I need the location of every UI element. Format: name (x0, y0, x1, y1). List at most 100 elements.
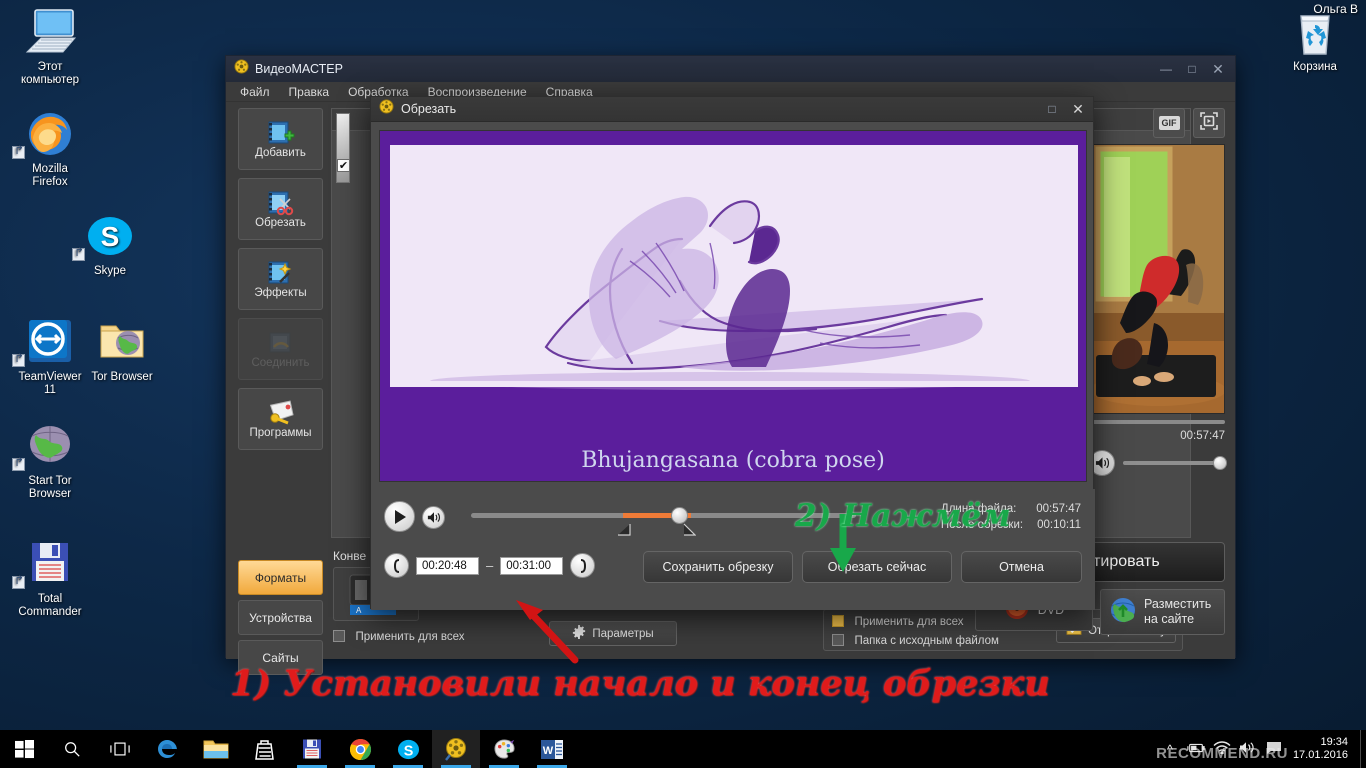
menu-item-file[interactable]: Файл (240, 85, 270, 99)
app-title-bar[interactable]: ВидеоМАСТЕР — □ ✕ (226, 56, 1235, 82)
trim-end-marker[interactable] (683, 523, 697, 541)
trim-window-buttons: □ ✕ (1039, 98, 1091, 120)
tool-column: Добавить Обрезать Эффекты Соединить Прог… (238, 108, 323, 458)
select-all-checkbox[interactable]: ✔ (337, 159, 350, 172)
fullscreen-icon (1199, 111, 1219, 136)
side-tab-label: Устройства (249, 610, 312, 625)
cancel-button[interactable]: Отмена (961, 551, 1082, 583)
start-button[interactable] (0, 730, 48, 768)
maximize-button[interactable]: □ (1179, 58, 1205, 80)
trim-dialog-title-bar[interactable]: Обрезать □ ✕ (371, 97, 1093, 122)
source-folder-checkbox[interactable] (832, 634, 844, 646)
start-time-input[interactable] (416, 556, 479, 575)
trim-playhead-knob[interactable] (671, 507, 688, 524)
videomaster-icon (234, 59, 249, 79)
mute-button[interactable] (422, 506, 445, 529)
play-button[interactable] (384, 501, 415, 532)
apply-to-all-left-checkbox[interactable] (333, 630, 345, 642)
tool-button-trim[interactable]: Обрезать (238, 178, 323, 240)
file-list-scrollbar[interactable] (336, 113, 350, 183)
trim-maximize-button[interactable]: □ (1039, 98, 1065, 120)
tool-button-add[interactable]: Добавить (238, 108, 323, 170)
minimize-button[interactable]: — (1153, 58, 1179, 80)
set-start-button[interactable] (384, 553, 409, 578)
taskbar-file-explorer[interactable] (192, 730, 240, 768)
desktop-icon-firefox[interactable]: Mozilla Firefox (0, 110, 100, 189)
save-trim-button[interactable]: Сохранить обрезку (643, 551, 793, 583)
shortcut-overlay-icon (12, 354, 25, 367)
trim-now-button[interactable]: Обрезать сейчас (802, 551, 952, 583)
volume-slider-knob[interactable] (1213, 456, 1227, 470)
firefox-icon (0, 110, 100, 160)
taskbar-word[interactable]: W (528, 730, 576, 768)
svg-text:W: W (543, 745, 554, 757)
taskbar-clock[interactable]: 19:34 17.01.2016 (1287, 736, 1360, 762)
side-tab-devices[interactable]: Устройства (238, 600, 323, 635)
film-wand-icon (267, 259, 295, 287)
file-length-value: 00:57:47 (1036, 503, 1081, 515)
task-view-button[interactable] (96, 730, 144, 768)
tool-button-effects[interactable]: Эффекты (238, 248, 323, 310)
parameters-button[interactable]: Параметры (549, 621, 677, 646)
desktop-icon-tor-browser[interactable]: Tor Browser (72, 318, 172, 384)
close-button[interactable]: ✕ (1205, 58, 1231, 80)
publish-to-site-button[interactable]: Разместить на сайте (1100, 589, 1225, 635)
parameters-label: Параметры (592, 627, 654, 640)
trim-close-button[interactable]: ✕ (1065, 98, 1091, 120)
apply-to-all-left-label: Применить для всех (355, 631, 465, 643)
taskbar-videomaster[interactable] (432, 730, 480, 768)
taskbar-microsoft-store[interactable] (240, 730, 288, 768)
save-trim-label: Сохранить обрезку (662, 560, 774, 574)
menu-item-edit[interactable]: Правка (289, 85, 330, 99)
desktop-icon-this-pc[interactable]: Этот компьютер (0, 8, 100, 87)
taskbar-skype[interactable]: S (384, 730, 432, 768)
tool-label: Обрезать (255, 217, 306, 229)
site-watermark: RECOMMEND.RU (1156, 745, 1288, 762)
show-desktop-button[interactable] (1360, 730, 1366, 768)
desktop-icon-label: Total Commander (18, 593, 82, 618)
tool-button-join[interactable]: Соединить (238, 318, 323, 380)
preview-seek-bar[interactable] (1089, 420, 1225, 424)
apply-to-all-left[interactable]: Применить для всех (333, 627, 465, 645)
gif-button[interactable]: GIF (1153, 108, 1185, 138)
volume-slider[interactable] (1123, 456, 1227, 470)
apply-to-all-right[interactable]: Применить для всех (832, 612, 964, 630)
fullscreen-button[interactable] (1193, 108, 1225, 138)
preview-volume-row (1089, 450, 1227, 476)
taskbar-paint[interactable] (480, 730, 528, 768)
side-tab-formats[interactable]: Форматы (238, 560, 323, 595)
trim-now-label: Обрезать сейчас (827, 560, 927, 574)
search-button[interactable] (48, 730, 96, 768)
key-note-icon (266, 399, 296, 427)
video-caption: Bhujangasana (cobra pose) (581, 448, 885, 473)
desktop-icon-label: Skype (94, 265, 126, 277)
shortcut-overlay-icon (12, 576, 25, 589)
preview-duration: 00:57:47 (1180, 430, 1225, 442)
apply-to-all-right-checkbox[interactable] (832, 615, 844, 627)
desktop-icon-total-commander[interactable]: Total Commander (0, 540, 100, 619)
tool-label: Соединить (251, 357, 310, 369)
taskbar-total-commander[interactable] (288, 730, 336, 768)
desktop-icon-start-tor-browser[interactable]: Start Tor Browser (0, 422, 100, 501)
recycle-bin-icon (1265, 8, 1365, 58)
svg-text:A: A (356, 606, 362, 615)
tool-label: Эффекты (254, 287, 307, 299)
source-folder-option[interactable]: Папка с исходным файлом (832, 631, 999, 649)
publish-to-site-label: Разместить на сайте (1144, 597, 1212, 626)
tool-label: Программы (249, 427, 312, 439)
desktop-icon-skype[interactable]: S Skype (60, 212, 160, 278)
desktop-icon-recycle-bin[interactable]: Корзина (1265, 8, 1365, 74)
trim-start-marker[interactable] (618, 523, 631, 541)
svg-text:S: S (101, 221, 120, 252)
trim-video-preview[interactable]: Bhujangasana (cobra pose) (379, 130, 1087, 482)
end-time-input[interactable] (500, 556, 564, 575)
set-end-button[interactable] (570, 553, 596, 578)
preview-video-thumbnail[interactable] (1089, 144, 1225, 414)
preview-column: GIF 00:57:47 (1089, 108, 1227, 476)
taskbar-chrome[interactable] (336, 730, 384, 768)
taskbar-edge[interactable] (144, 730, 192, 768)
folder-globe-icon (72, 318, 172, 368)
cancel-label: Отмена (999, 560, 1044, 574)
desktop-icon-label: Mozilla Firefox (32, 163, 68, 188)
tool-button-programs[interactable]: Программы (238, 388, 323, 450)
